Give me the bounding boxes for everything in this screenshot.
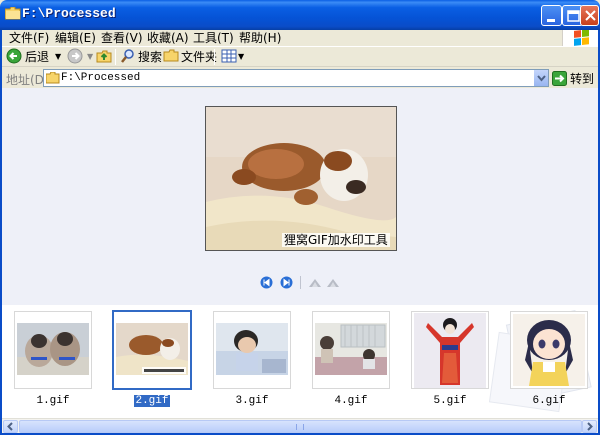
minimize-icon	[547, 19, 555, 22]
views-button[interactable]: ▼	[221, 47, 244, 65]
horizontal-scrollbar[interactable]	[2, 418, 598, 433]
search-label: 搜索	[138, 49, 163, 64]
window-title: F:\Processed	[22, 6, 116, 21]
controls-separator	[300, 276, 301, 289]
thumbnail-image	[216, 323, 288, 375]
menu-view[interactable]: 查看(V)	[101, 31, 143, 45]
thumbnail-label: 3.gif	[235, 395, 269, 407]
next-image-button[interactable]	[280, 276, 293, 289]
go-label: 转到	[570, 71, 595, 86]
forward-arrow-icon	[67, 48, 83, 64]
address-value: F:\Processed	[61, 72, 141, 84]
thumbnail-label: 4.gif	[334, 395, 368, 407]
thumbnail-image	[414, 313, 486, 388]
folders-icon	[163, 49, 179, 62]
forward-dropdown-icon[interactable]: ▼	[87, 52, 93, 61]
filmstrip: 1.gif 2.gif 3.gif 4.gif 5.gif 6.gif	[2, 305, 598, 418]
preview-image[interactable]: 狸窝GIF加水印工具	[205, 106, 397, 251]
viewer-controls	[260, 276, 360, 290]
thumbnail-image	[513, 314, 585, 386]
chevron-left-icon	[7, 422, 13, 431]
window-border-left[interactable]	[0, 30, 2, 435]
back-button[interactable]: 后退 ▼	[6, 47, 61, 65]
address-bar: 地址(D) F:\Processed 转到	[0, 66, 600, 88]
menu-help[interactable]: 帮助(H)	[239, 31, 281, 45]
address-dropdown-button[interactable]	[533, 70, 548, 86]
previous-image-button[interactable]	[260, 276, 273, 289]
back-label: 后退	[25, 49, 50, 64]
folders-label: 文件夹	[181, 49, 218, 64]
toolbar-separator	[115, 49, 116, 65]
folders-button[interactable]: 文件夹	[163, 47, 217, 65]
scroll-right-button[interactable]	[582, 420, 597, 433]
thumbnail-4[interactable]: 4.gif	[312, 311, 390, 407]
minimize-button[interactable]	[541, 5, 562, 26]
thumbnail-2[interactable]: 2.gif	[112, 310, 192, 407]
rotate-counterclockwise-icon[interactable]	[326, 276, 340, 289]
scrollbar-thumb[interactable]	[19, 420, 582, 433]
menu-file[interactable]: 文件(F)	[9, 31, 49, 45]
thumbnail-image	[116, 323, 188, 375]
chevron-down-icon	[537, 75, 546, 82]
chevron-right-icon	[587, 422, 593, 431]
folder-icon	[5, 7, 21, 20]
thumbnail-3[interactable]: 3.gif	[213, 311, 291, 407]
back-dropdown-icon[interactable]: ▼	[55, 52, 61, 61]
thumbnail-1[interactable]: 1.gif	[14, 311, 92, 407]
folder-icon	[46, 72, 60, 84]
views-icon	[221, 49, 237, 63]
menu-tools[interactable]: 工具(T)	[193, 31, 234, 45]
go-button[interactable]: 转到	[552, 69, 598, 87]
scroll-left-button[interactable]	[3, 420, 18, 433]
scrollbar-grip	[296, 424, 304, 430]
menu-favorites[interactable]: 收藏(A)	[147, 31, 189, 45]
menu-bar: 文件(F) 编辑(E) 查看(V) 收藏(A) 工具(T) 帮助(H)	[0, 29, 600, 49]
search-icon	[121, 49, 134, 63]
thumbnail-label: 1.gif	[36, 395, 70, 407]
title-bar[interactable]: F:\Processed	[0, 0, 600, 30]
thumbnail-6[interactable]: 6.gif	[510, 311, 588, 407]
toolbar: 后退 ▼ ▼ 搜索 文件夹 ▼	[0, 46, 600, 66]
search-button[interactable]: 搜索	[120, 47, 162, 65]
thumbnail-label: 2.gif	[134, 395, 170, 407]
thumbnail-image	[17, 323, 89, 375]
content-area: 狸窝GIF加水印工具 1.gif 2.gif 3.gif 4.gif 5.gif…	[2, 88, 598, 418]
forward-button[interactable]: ▼	[67, 47, 93, 65]
thumbnail-image	[315, 323, 387, 375]
close-button[interactable]	[580, 5, 599, 26]
watermark-caption: 狸窝GIF加水印工具	[282, 233, 390, 247]
toolbar-separator	[214, 49, 215, 65]
thumbnail-label: 5.gif	[433, 395, 467, 407]
up-folder-button[interactable]	[96, 47, 112, 65]
thumbnail-5[interactable]: 5.gif	[411, 311, 489, 407]
close-icon	[585, 10, 596, 21]
thumbnail-label: 6.gif	[532, 395, 566, 407]
up-folder-icon	[96, 50, 112, 63]
preview-area: 狸窝GIF加水印工具	[2, 88, 598, 305]
menu-edit[interactable]: 编辑(E)	[55, 31, 96, 45]
explorer-window: F:\Processed 文件(F) 编辑(E) 查看(V) 收藏(A) 工具(…	[0, 0, 600, 435]
rotate-clockwise-icon[interactable]	[308, 276, 322, 289]
views-dropdown-icon: ▼	[238, 51, 245, 61]
back-arrow-icon	[6, 48, 22, 64]
go-arrow-icon	[552, 70, 567, 86]
address-input[interactable]: F:\Processed	[43, 69, 549, 87]
puppy-image	[206, 107, 396, 250]
